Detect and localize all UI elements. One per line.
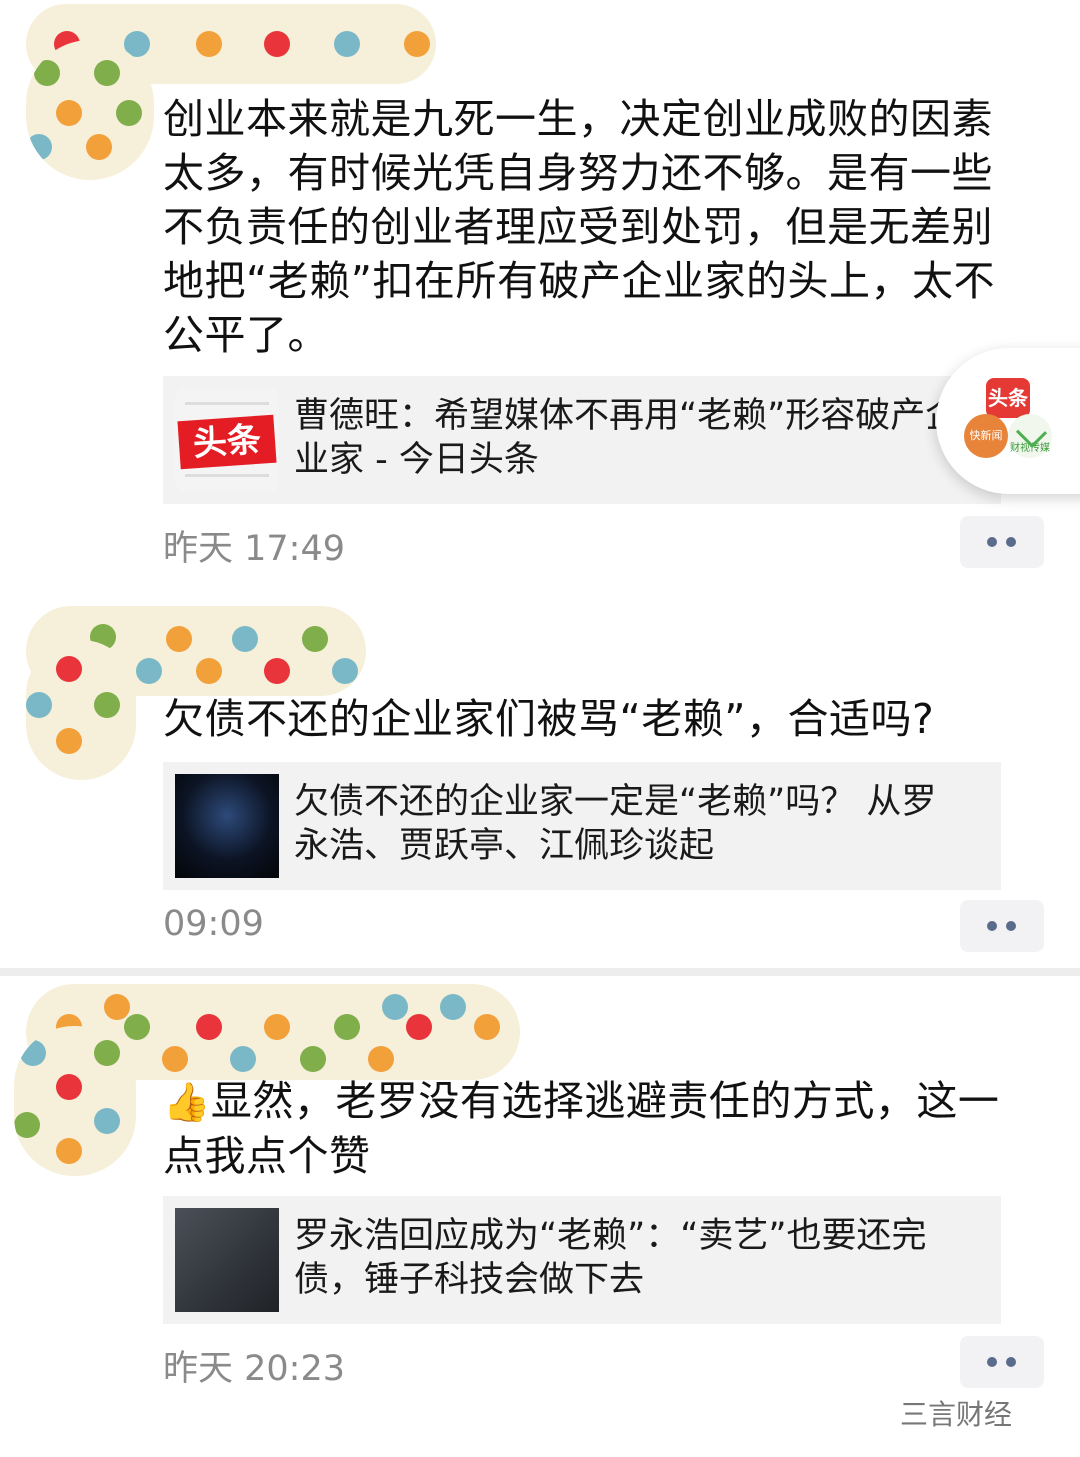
watermark: 三言财经 (900, 1398, 1013, 1431)
post-text: 👍显然，老罗没有选择逃避责任的方式，这一点我点个赞 (163, 1074, 1025, 1183)
post-text-body: 显然，老罗没有选择逃避责任的方式，这一点我点个赞 (163, 1077, 1000, 1180)
more-dot-icon (1006, 537, 1016, 547)
link-title: 曹德旺：希望媒体不再用“老赖”形容破产企业家 - 今日头条 (294, 396, 961, 480)
toutiao-thumbnail: 头条 (175, 388, 279, 492)
post-text: 创业本来就是九死一生，决定创业成败的因素太多，有时候光凭自身努力还不够。是有一些… (163, 95, 995, 359)
toutiao-logo-text: 头条 (177, 414, 277, 470)
toutiao-icon: 头条 (986, 378, 1030, 418)
more-actions-button[interactable] (960, 900, 1044, 952)
link-title: 欠债不还的企业家一定是“老赖”吗？ 从罗永浩、贾跃亭、江佩珍谈起 (294, 782, 937, 866)
speaker-thumbnail (175, 1208, 279, 1312)
more-actions-button[interactable] (960, 1336, 1044, 1388)
post-text: 欠债不还的企业家们被骂“老赖”，合适吗? (163, 695, 935, 743)
moment-post: 👍显然，老罗没有选择逃避责任的方式，这一点我点个赞 罗永浩回应成为“老赖”：“卖… (0, 976, 1080, 1457)
moment-post: 创业本来就是九死一生，决定创业成败的因素太多，有时候光凭自身努力还不够。是有一些… (0, 0, 1080, 580)
shared-link-card[interactable]: 罗永浩回应成为“老赖”：“卖艺”也要还完债，锤子科技会做下去 (163, 1196, 1001, 1324)
shared-link-card[interactable]: 欠债不还的企业家一定是“老赖”吗？ 从罗永浩、贾跃亭、江佩珍谈起 (163, 762, 1001, 890)
kuai-news-icon: 快新闻 (964, 414, 1008, 458)
avatar-mosaic (14, 1026, 136, 1176)
avatar-mosaic (26, 40, 154, 180)
post-timestamp: 昨天 17:49 (163, 529, 345, 569)
link-title: 罗永浩回应成为“老赖”：“卖艺”也要还完债，锤子科技会做下去 (294, 1216, 927, 1300)
post-timestamp: 09:09 (163, 904, 264, 944)
more-dot-icon (1006, 1357, 1016, 1367)
shared-link-card[interactable]: 头条 曹德旺：希望媒体不再用“老赖”形容破产企业家 - 今日头条 (163, 376, 1001, 504)
caishi-media-icon: 财视传媒 (1008, 414, 1052, 458)
more-dot-icon (1006, 921, 1016, 931)
speaker-thumbnail (175, 774, 279, 878)
post-timestamp: 昨天 20:23 (163, 1349, 345, 1389)
avatar-mosaic (26, 640, 136, 780)
post-divider (0, 968, 1080, 976)
moment-post: 欠债不还的企业家们被骂“老赖”，合适吗? 欠债不还的企业家一定是“老赖”吗？ 从… (0, 600, 1080, 968)
more-dot-icon (987, 537, 997, 547)
thumbs-up-icon: 👍 (163, 1080, 211, 1124)
more-dot-icon (987, 921, 997, 931)
more-actions-button[interactable] (960, 516, 1044, 568)
more-dot-icon (987, 1357, 997, 1367)
floating-share-button[interactable]: 头条 快新闻 财视传媒 (936, 348, 1080, 494)
